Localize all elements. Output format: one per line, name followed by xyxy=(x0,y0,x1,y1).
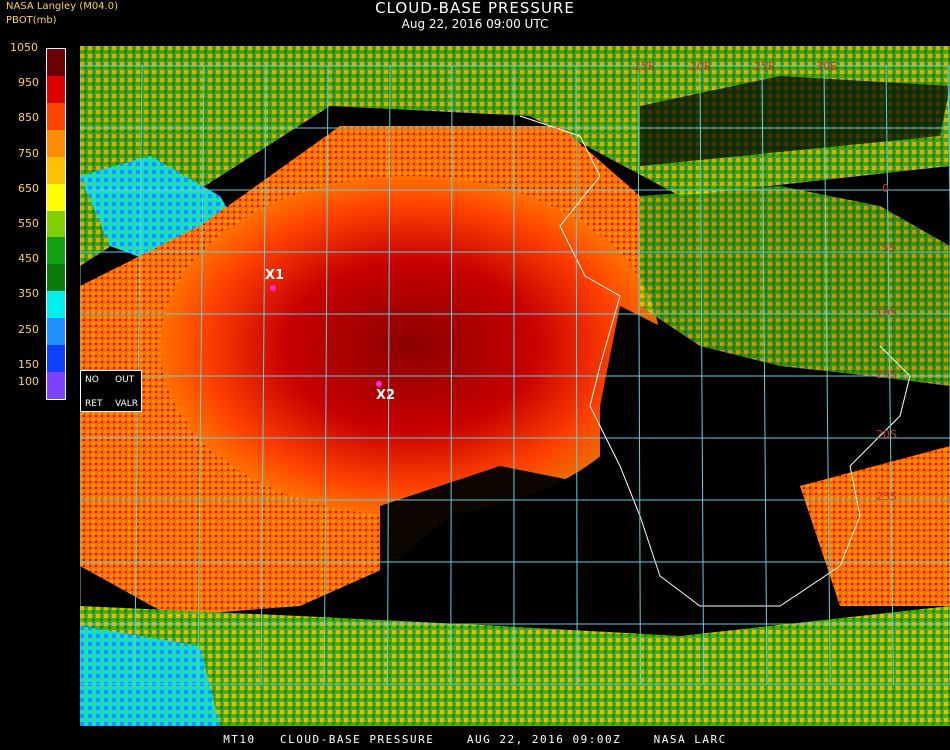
lat-label-20s: 20S xyxy=(876,428,897,441)
out-label: OUT xyxy=(115,375,135,385)
legend-swatch xyxy=(47,318,65,346)
footer-caption: MT10 CLOUD-BASE PRESSURE AUG 22, 2016 09… xyxy=(223,733,727,746)
legend-tick-label: 650 xyxy=(18,181,39,195)
legend-tick-label: 550 xyxy=(18,217,39,230)
legend-tick-label: 100 xyxy=(18,375,39,389)
marker-x1[interactable] xyxy=(270,285,276,291)
lat-label-15s: 15S xyxy=(876,368,897,381)
lat-label-0: 0 xyxy=(882,182,889,195)
legend-tick-label: 150 xyxy=(18,357,39,371)
legend-tick-label: 450 xyxy=(18,252,39,266)
legend-tick-label: 250 xyxy=(18,322,39,336)
legend-swatch xyxy=(47,129,65,157)
marker-x2[interactable] xyxy=(376,381,382,387)
legend-swatch xyxy=(47,183,65,211)
legend-swatch xyxy=(47,49,65,76)
legend-swatch xyxy=(47,156,65,184)
page-title: CLOUD-BASE PRESSURE xyxy=(375,0,575,17)
legend-swatch xyxy=(47,210,65,238)
legend-swatch xyxy=(47,102,65,130)
legend-swatch xyxy=(47,264,65,292)
lon-label-25e: 25E xyxy=(754,60,775,73)
legend-colorbar xyxy=(46,48,66,400)
legend-swatch xyxy=(47,345,65,373)
marker-x1-label: X1 xyxy=(265,268,285,283)
ret-label: RET xyxy=(85,399,103,409)
no-label: NO xyxy=(85,375,99,385)
legend-swatch xyxy=(47,372,65,400)
marker-x2-label: X2 xyxy=(376,388,396,403)
legend-tick-label: 750 xyxy=(18,146,39,160)
lon-label-30e: 30E xyxy=(816,60,837,73)
valr-label: VALR xyxy=(115,399,139,409)
legend-swatch xyxy=(47,291,65,319)
satellite-map[interactable] xyxy=(70,46,950,726)
map-image xyxy=(70,46,950,726)
legend-swatch xyxy=(47,237,65,265)
no-retrieval-key: NO OUT RET VALR xyxy=(80,370,142,412)
lat-label-25s: 25S xyxy=(876,490,897,503)
legend-swatch xyxy=(47,75,65,103)
legend-tick-label: 1050 xyxy=(10,41,38,54)
lon-label-15e: 15E xyxy=(634,60,655,73)
legend-tick-label: 850 xyxy=(18,111,39,125)
lat-label-55: 55 xyxy=(882,242,896,255)
lon-label-20e: 20E xyxy=(690,60,711,73)
page-datetime: Aug 22, 2016 09:00 UTC xyxy=(401,17,549,31)
legend-tick-label: 950 xyxy=(18,76,39,90)
lat-label-10s: 10S xyxy=(876,306,897,319)
legend-tick-label: 350 xyxy=(18,287,39,301)
